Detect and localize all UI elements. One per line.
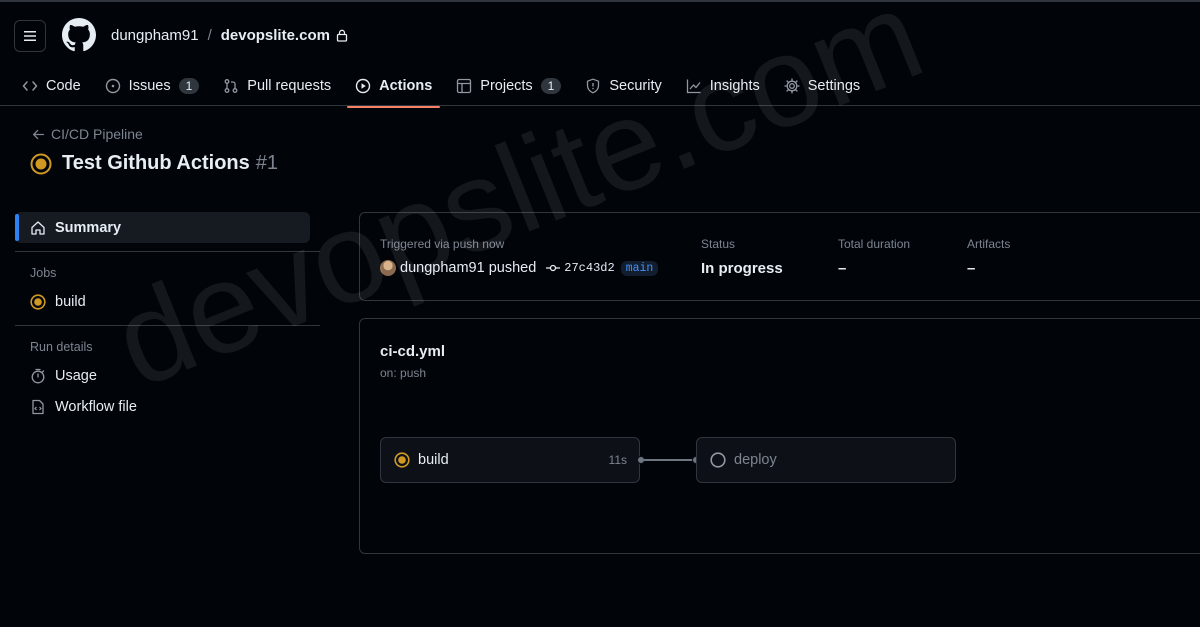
tab-pull-requests-label: Pull requests xyxy=(247,78,332,94)
tab-issues[interactable]: Issues 1 xyxy=(97,66,208,106)
status-value: In progress xyxy=(701,260,783,277)
run-number: #1 xyxy=(255,152,279,174)
commit-sha: 27c43d2 xyxy=(564,261,615,275)
run-details-heading: Run details xyxy=(30,340,93,354)
workflow-trigger: on: push xyxy=(380,366,427,380)
sidebar-item-build[interactable]: build xyxy=(15,286,320,317)
projects-counter: 1 xyxy=(540,78,562,94)
issue-icon xyxy=(105,78,120,94)
play-icon xyxy=(355,78,371,94)
tab-issues-label: Issues xyxy=(128,78,171,94)
repo-header: dungpham91 / devopslite.com Code Issues … xyxy=(0,0,1200,108)
git-commit-icon xyxy=(546,264,561,272)
trigger-details: dungpham91 pushed 27c43d2 main xyxy=(380,260,659,276)
code-icon xyxy=(22,81,38,91)
sidebar-divider xyxy=(15,325,320,326)
avatar[interactable] xyxy=(380,260,396,276)
sidebar-usage-label: Usage xyxy=(55,367,97,384)
github-logo-icon[interactable] xyxy=(62,18,96,52)
in-progress-icon xyxy=(30,153,52,174)
status-label: Status xyxy=(701,237,736,251)
jobs-heading: Jobs xyxy=(30,266,57,280)
job-build-name: build xyxy=(418,452,449,468)
tab-actions[interactable]: Actions xyxy=(347,66,441,108)
tab-settings[interactable]: Settings xyxy=(776,66,868,106)
job-node-deploy[interactable]: deploy xyxy=(696,437,956,483)
tab-security[interactable]: Security xyxy=(577,66,669,106)
artifacts-label: Artifacts xyxy=(967,237,1011,251)
branch-label[interactable]: main xyxy=(620,260,659,276)
gear-icon xyxy=(784,78,800,94)
artifacts-value: – xyxy=(967,260,976,277)
sidebar-item-usage[interactable]: Usage xyxy=(15,360,320,391)
pull-request-icon xyxy=(224,79,238,93)
duration-value: – xyxy=(838,260,847,277)
duration-label: Total duration xyxy=(838,237,911,251)
trigger-label: Triggered via push now xyxy=(380,237,505,251)
arrow-left-icon xyxy=(32,129,45,139)
trigger-action: pushed xyxy=(488,260,537,276)
file-code-icon xyxy=(32,399,44,414)
run-summary-panel: Triggered via push now dungpham91 pushed… xyxy=(359,212,1200,301)
breadcrumb-separator: / xyxy=(207,27,212,44)
menu-button[interactable] xyxy=(14,20,46,52)
tab-projects-label: Projects xyxy=(480,78,533,94)
tab-projects[interactable]: Projects 1 xyxy=(448,66,569,106)
page-title: Test Github Actions #1 xyxy=(30,152,278,175)
back-link-label: CI/CD Pipeline xyxy=(51,126,143,142)
tab-pull-requests[interactable]: Pull requests xyxy=(215,66,339,106)
repo-tabs: Code Issues 1 Pull requests Actions Proj… xyxy=(14,66,876,108)
hamburger-icon xyxy=(24,31,36,41)
back-to-workflow-link[interactable]: CI/CD Pipeline xyxy=(32,126,143,142)
sidebar-workflow-file-label: Workflow file xyxy=(55,398,137,415)
workflow-file-name[interactable]: ci-cd.yml xyxy=(380,343,445,360)
run-title-text: Test Github Actions xyxy=(62,152,250,174)
in-progress-icon xyxy=(394,452,410,468)
repo-owner-link[interactable]: dungpham91 xyxy=(111,27,199,44)
sidebar-item-workflow-file[interactable]: Workflow file xyxy=(15,391,320,422)
table-icon xyxy=(457,78,472,94)
sidebar-summary-label: Summary xyxy=(55,219,122,236)
actor-link[interactable]: dungpham91 xyxy=(400,260,485,276)
sidebar-divider xyxy=(15,251,320,252)
tab-code-label: Code xyxy=(46,78,81,94)
run-sidebar: Summary Jobs build Run details Usage Wor… xyxy=(15,212,320,422)
sidebar-item-summary[interactable]: Summary xyxy=(15,212,310,243)
issues-counter: 1 xyxy=(178,78,200,94)
shield-icon xyxy=(587,78,600,94)
job-build-duration: 11s xyxy=(608,453,627,467)
sidebar-build-label: build xyxy=(55,293,86,310)
home-icon xyxy=(31,220,45,235)
job-connector xyxy=(638,456,700,464)
lock-icon xyxy=(336,29,348,42)
tab-insights[interactable]: Insights xyxy=(678,66,768,106)
commit-sha-link[interactable]: 27c43d2 xyxy=(546,261,615,275)
workflow-graph-panel: ci-cd.yml on: push build 11s deploy xyxy=(359,318,1200,554)
tab-insights-label: Insights xyxy=(709,78,760,94)
in-progress-icon xyxy=(30,293,46,310)
job-node-build[interactable]: build 11s xyxy=(380,437,640,483)
breadcrumb: dungpham91 / devopslite.com xyxy=(111,27,348,44)
tab-code[interactable]: Code xyxy=(14,66,89,106)
repo-name-link[interactable]: devopslite.com xyxy=(221,27,330,44)
tab-actions-label: Actions xyxy=(379,78,433,94)
job-deploy-name: deploy xyxy=(734,452,777,468)
stopwatch-icon xyxy=(31,368,45,383)
tab-settings-label: Settings xyxy=(807,78,861,94)
pending-circle-icon xyxy=(710,452,726,468)
graph-icon xyxy=(686,79,701,94)
tab-security-label: Security xyxy=(609,78,662,94)
